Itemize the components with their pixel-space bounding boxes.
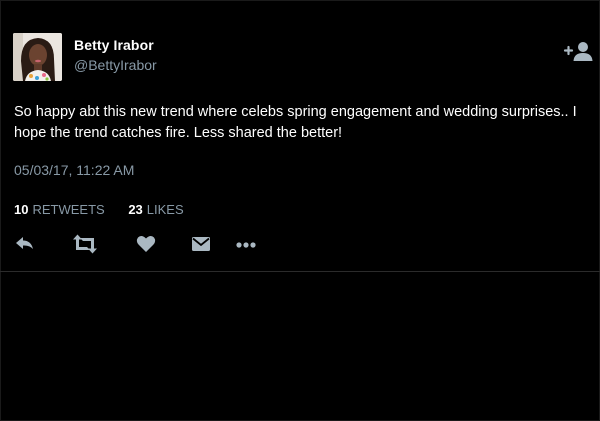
- tweet-stats: 10 RETWEETS 23 LIKES: [14, 202, 204, 217]
- likes-stat[interactable]: 23 LIKES: [128, 202, 183, 217]
- avatar-image: [13, 33, 62, 81]
- reply-icon: [16, 237, 33, 249]
- retweet-button[interactable]: [71, 233, 99, 255]
- reply-button[interactable]: [14, 233, 36, 255]
- retweet-icon: [73, 234, 97, 254]
- likes-count: 23: [128, 202, 143, 217]
- author-handle[interactable]: @BettyIrabor: [74, 57, 157, 73]
- follow-button[interactable]: [563, 40, 595, 62]
- more-button[interactable]: [235, 233, 259, 255]
- heart-icon: [136, 235, 156, 252]
- avatar[interactable]: [13, 33, 62, 81]
- retweets-stat[interactable]: 10 RETWEETS: [14, 202, 105, 217]
- divider: [0, 271, 600, 272]
- more-icon: [236, 242, 256, 248]
- tweet-text: So happy abt this new trend where celebs…: [14, 104, 577, 141]
- tweet-timestamp[interactable]: 05/03/17, 11:22 AM: [14, 162, 134, 178]
- retweets-count: 10: [14, 202, 29, 217]
- like-button[interactable]: [135, 233, 157, 255]
- retweets-label: RETWEETS: [32, 202, 105, 217]
- add-user-icon: [563, 42, 593, 61]
- author-name[interactable]: Betty Irabor: [74, 37, 154, 53]
- envelope-icon: [192, 237, 210, 251]
- tweet-actions: [14, 233, 274, 257]
- message-button[interactable]: [190, 233, 212, 255]
- likes-label: LIKES: [146, 202, 184, 217]
